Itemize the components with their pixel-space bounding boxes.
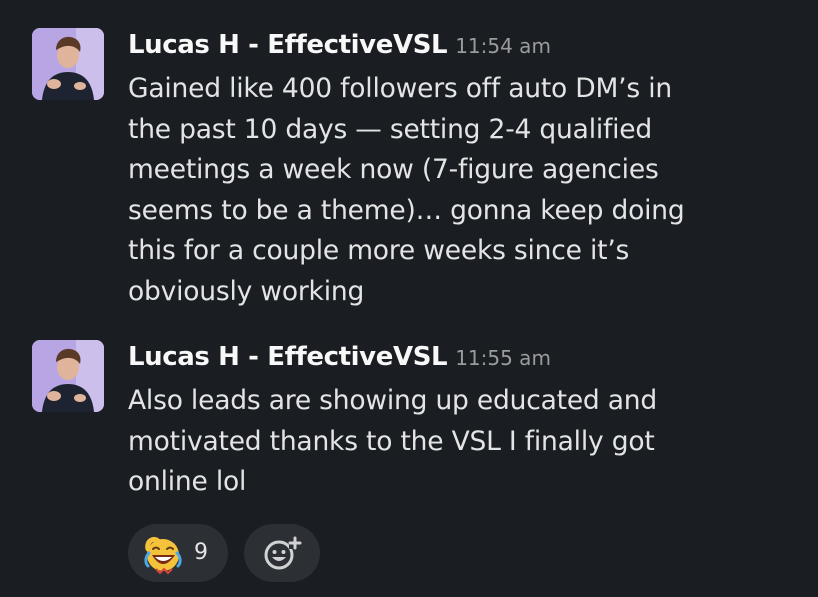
laughing-crying-face-icon [144, 536, 182, 575]
avatar[interactable] [32, 340, 104, 412]
message-header: Lucas H - EffectiveVSL 11:55 am [128, 340, 792, 374]
message-timestamp[interactable]: 11:54 am [455, 34, 551, 58]
message-line: meetings a week now (7-figure agencies [128, 154, 659, 186]
message-line: motivated thanks to the VSL I finally go… [128, 425, 655, 457]
message-timestamp[interactable]: 11:55 am [455, 346, 551, 370]
message-line: this for a couple more weeks since it’s [128, 235, 630, 267]
message-text: Also leads are showing up educated and m… [128, 381, 792, 503]
sender-name[interactable]: Lucas H - EffectiveVSL [128, 342, 448, 372]
avatar-photo [32, 340, 104, 412]
message-content: Lucas H - EffectiveVSL 11:54 am Gained li… [128, 28, 792, 313]
reaction-button[interactable]: 9 [128, 524, 228, 582]
message-content: Lucas H - EffectiveVSL 11:55 am Also lead… [128, 340, 792, 503]
avatar-photo [32, 28, 104, 100]
message-line: seems to be a theme)… gonna keep doing [128, 194, 685, 226]
message-line: online lol [128, 466, 247, 498]
sender-name[interactable]: Lucas H - EffectiveVSL [128, 30, 448, 60]
avatar[interactable] [32, 28, 104, 100]
add-emoji-icon [264, 536, 302, 570]
message-line: Also leads are showing up educated and [128, 385, 658, 416]
add-reaction-button[interactable] [244, 524, 320, 582]
message-line: obviously working [128, 275, 365, 307]
message-line: the past 10 days — setting 2-4 qualified [128, 113, 653, 145]
reaction-count: 9 [194, 540, 208, 565]
message-line: Gained like 400 followers off auto DM’s … [128, 73, 672, 104]
reaction-bar: 9 [128, 524, 320, 582]
message-header: Lucas H - EffectiveVSL 11:54 am [128, 28, 792, 62]
message-text: Gained like 400 followers off auto DM’s … [128, 69, 792, 313]
